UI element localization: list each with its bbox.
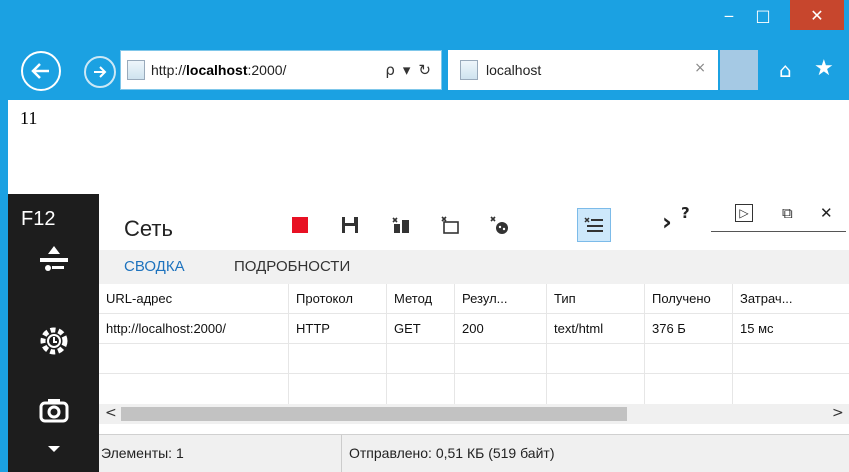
devtools-subtabs: СВОДКА ПОДРОБНОСТИ (99, 250, 849, 284)
more-tools-icon[interactable] (8, 444, 99, 454)
close-devtools-icon[interactable]: ✕ (820, 204, 833, 222)
close-window-button[interactable]: ✕ (790, 0, 844, 30)
cell-url: http://localhost:2000/ (99, 314, 289, 344)
search-icon[interactable]: ρ (385, 61, 395, 79)
tab-close-icon[interactable]: × (694, 60, 706, 76)
column-header-received[interactable]: Получено (645, 284, 733, 314)
forward-arrow-icon (94, 66, 107, 78)
network-grid: URL-адрес Протокол Метод Резул... Тип По… (99, 284, 849, 404)
cell-time: 15 мс (740, 321, 774, 336)
camera-icon[interactable] (8, 397, 99, 423)
cell-protocol: HTTP (289, 314, 387, 344)
devtools-header: Сеть › ? ▷ ⧉ ✕ (99, 194, 849, 250)
forward-button[interactable] (84, 56, 116, 88)
more-chevron-icon[interactable]: › (662, 208, 672, 236)
tab-title: localhost (486, 62, 542, 78)
empty-row (99, 344, 849, 374)
grid-header-row: URL-адрес Протокол Метод Резул... Тип По… (99, 284, 849, 314)
home-icon[interactable]: ⌂ (779, 58, 792, 82)
performance-icon[interactable] (8, 324, 99, 358)
help-icon[interactable]: ? (681, 204, 690, 222)
browser-tab[interactable]: localhost × (448, 50, 718, 90)
table-row[interactable]: http://localhost:2000/ HTTP GET 200 text… (99, 314, 849, 344)
column-header-time[interactable]: Затрач... (733, 284, 849, 314)
dom-explorer-icon[interactable] (8, 244, 99, 276)
horizontal-scrollbar[interactable]: < > (99, 404, 849, 424)
column-header-method[interactable]: Метод (387, 284, 455, 314)
page-favicon-icon (127, 60, 145, 80)
cell-result: 200 (455, 314, 547, 344)
window-titlebar: ‒ □ ✕ (0, 0, 849, 40)
empty-row (99, 374, 849, 404)
cell-received: 376 Б (645, 314, 733, 344)
column-header-type[interactable]: Тип (547, 284, 645, 314)
column-header-url[interactable]: URL-адрес (99, 284, 289, 314)
undock-icon[interactable]: ⧉ (782, 204, 793, 222)
minimize-button[interactable]: ‒ (714, 0, 744, 30)
scroll-right-icon[interactable]: > (832, 405, 844, 421)
console-input-line[interactable] (711, 231, 846, 232)
clear-cache-icon[interactable] (483, 208, 517, 242)
status-divider (341, 435, 342, 472)
maximize-button[interactable]: □ (748, 0, 778, 30)
refresh-icon[interactable]: ↻ (418, 61, 431, 79)
back-arrow-icon (31, 63, 49, 79)
console-icon[interactable]: ▷ (735, 204, 753, 222)
address-url[interactable]: http://localhost:2000/ (151, 62, 286, 78)
status-sent: Отправлено: 0,51 КБ (519 байт) (349, 445, 555, 461)
page-content: 11 (8, 100, 849, 194)
cell-method: GET (387, 314, 455, 344)
record-icon[interactable] (283, 208, 317, 242)
cell-type: text/html (547, 314, 645, 344)
back-button[interactable] (21, 51, 61, 91)
developer-tools-panel: F12 Сеть › ? ▷ ⧉ ✕ СВОДКА ПОДРОБНОСТИ UR… (8, 194, 849, 472)
tab-summary[interactable]: СВОДКА (124, 258, 185, 275)
scroll-left-icon[interactable]: < (105, 405, 117, 421)
new-tab-button[interactable] (720, 50, 758, 90)
status-bar: Элементы: 1 Отправлено: 0,51 КБ (519 бай… (99, 434, 849, 472)
f12-label: F12 (21, 208, 56, 230)
tab-details[interactable]: ПОДРОБНОСТИ (234, 258, 350, 275)
address-bar[interactable]: http://localhost:2000/ ρ ▾ ↻ (120, 50, 442, 90)
devtools-sidebar: F12 (8, 194, 99, 472)
tool-title: Сеть (124, 216, 173, 241)
filter-icon[interactable] (577, 208, 611, 242)
tab-favicon-icon (460, 60, 478, 80)
column-header-protocol[interactable]: Протокол (289, 284, 387, 314)
favorites-icon[interactable]: ★ (814, 56, 834, 81)
page-body-text: 11 (20, 108, 38, 128)
scrollbar-thumb[interactable] (121, 407, 627, 421)
column-header-result[interactable]: Резул... (455, 284, 547, 314)
dropdown-icon[interactable]: ▾ (403, 61, 411, 79)
clear-on-navigate-icon[interactable] (433, 208, 467, 242)
clear-icon[interactable] (384, 208, 418, 242)
status-items-count: Элементы: 1 (101, 445, 184, 461)
save-icon[interactable] (333, 208, 367, 242)
